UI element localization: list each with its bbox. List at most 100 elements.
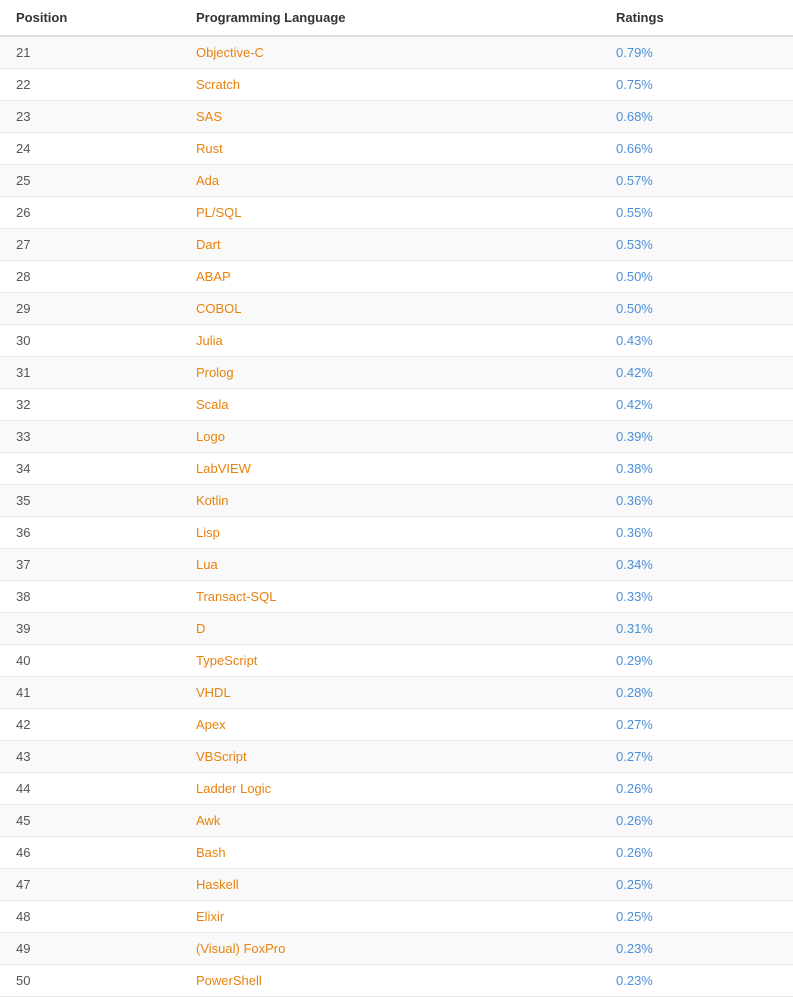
table-row: 42Apex0.27% [0,709,793,741]
cell-language: Logo [180,421,600,453]
table-row: 26PL/SQL0.55% [0,197,793,229]
header-ratings: Ratings [600,0,793,36]
cell-rating: 0.39% [600,421,793,453]
cell-language: Scala [180,389,600,421]
cell-rating: 0.34% [600,549,793,581]
cell-language: Julia [180,325,600,357]
cell-language: Objective-C [180,36,600,69]
table-row: 35Kotlin0.36% [0,485,793,517]
cell-rating: 0.29% [600,645,793,677]
cell-position: 41 [0,677,180,709]
cell-position: 46 [0,837,180,869]
cell-rating: 0.42% [600,389,793,421]
cell-rating: 0.66% [600,133,793,165]
cell-rating: 0.50% [600,293,793,325]
table-row: 46Bash0.26% [0,837,793,869]
cell-rating: 0.53% [600,229,793,261]
cell-language: Scratch [180,69,600,101]
table-row: 47Haskell0.25% [0,869,793,901]
cell-position: 31 [0,357,180,389]
cell-position: 25 [0,165,180,197]
cell-language: LabVIEW [180,453,600,485]
cell-position: 38 [0,581,180,613]
rankings-table: Position Programming Language Ratings 21… [0,0,793,997]
table-row: 36Lisp0.36% [0,517,793,549]
cell-position: 42 [0,709,180,741]
cell-position: 47 [0,869,180,901]
cell-rating: 0.26% [600,837,793,869]
cell-position: 45 [0,805,180,837]
cell-language: Dart [180,229,600,261]
cell-rating: 0.25% [600,901,793,933]
table-row: 38Transact-SQL0.33% [0,581,793,613]
cell-language: PowerShell [180,965,600,997]
cell-rating: 0.23% [600,933,793,965]
cell-position: 36 [0,517,180,549]
table-row: 27Dart0.53% [0,229,793,261]
cell-language: Haskell [180,869,600,901]
table-row: 34LabVIEW0.38% [0,453,793,485]
cell-position: 21 [0,36,180,69]
cell-position: 39 [0,613,180,645]
cell-position: 43 [0,741,180,773]
cell-language: COBOL [180,293,600,325]
cell-position: 37 [0,549,180,581]
table-row: 45Awk0.26% [0,805,793,837]
cell-position: 44 [0,773,180,805]
table-row: 40TypeScript0.29% [0,645,793,677]
table-row: 48Elixir0.25% [0,901,793,933]
cell-language: VHDL [180,677,600,709]
cell-position: 35 [0,485,180,517]
table-row: 25Ada0.57% [0,165,793,197]
table-row: 49(Visual) FoxPro0.23% [0,933,793,965]
cell-language: Lua [180,549,600,581]
cell-rating: 0.79% [600,36,793,69]
cell-position: 24 [0,133,180,165]
cell-position: 50 [0,965,180,997]
cell-position: 30 [0,325,180,357]
cell-rating: 0.27% [600,741,793,773]
cell-rating: 0.33% [600,581,793,613]
cell-language: VBScript [180,741,600,773]
cell-position: 23 [0,101,180,133]
cell-rating: 0.26% [600,805,793,837]
cell-language: SAS [180,101,600,133]
table-row: 21Objective-C0.79% [0,36,793,69]
cell-language: Rust [180,133,600,165]
cell-language: PL/SQL [180,197,600,229]
cell-rating: 0.26% [600,773,793,805]
cell-rating: 0.68% [600,101,793,133]
cell-position: 32 [0,389,180,421]
cell-rating: 0.38% [600,453,793,485]
cell-rating: 0.50% [600,261,793,293]
cell-position: 40 [0,645,180,677]
cell-rating: 0.36% [600,485,793,517]
cell-position: 48 [0,901,180,933]
cell-language: Apex [180,709,600,741]
cell-rating: 0.36% [600,517,793,549]
table-row: 39D0.31% [0,613,793,645]
table-row: 37Lua0.34% [0,549,793,581]
cell-language: TypeScript [180,645,600,677]
table-row: 44Ladder Logic0.26% [0,773,793,805]
cell-rating: 0.25% [600,869,793,901]
cell-language: (Visual) FoxPro [180,933,600,965]
table-row: 31Prolog0.42% [0,357,793,389]
cell-position: 34 [0,453,180,485]
cell-language: Elixir [180,901,600,933]
cell-rating: 0.43% [600,325,793,357]
cell-language: Transact-SQL [180,581,600,613]
cell-language: Prolog [180,357,600,389]
table-row: 24Rust0.66% [0,133,793,165]
header-position: Position [0,0,180,36]
table-row: 43VBScript0.27% [0,741,793,773]
cell-position: 28 [0,261,180,293]
cell-language: ABAP [180,261,600,293]
cell-position: 22 [0,69,180,101]
cell-rating: 0.55% [600,197,793,229]
cell-rating: 0.57% [600,165,793,197]
table-row: 50PowerShell0.23% [0,965,793,997]
table-header-row: Position Programming Language Ratings [0,0,793,36]
cell-position: 27 [0,229,180,261]
cell-language: Kotlin [180,485,600,517]
